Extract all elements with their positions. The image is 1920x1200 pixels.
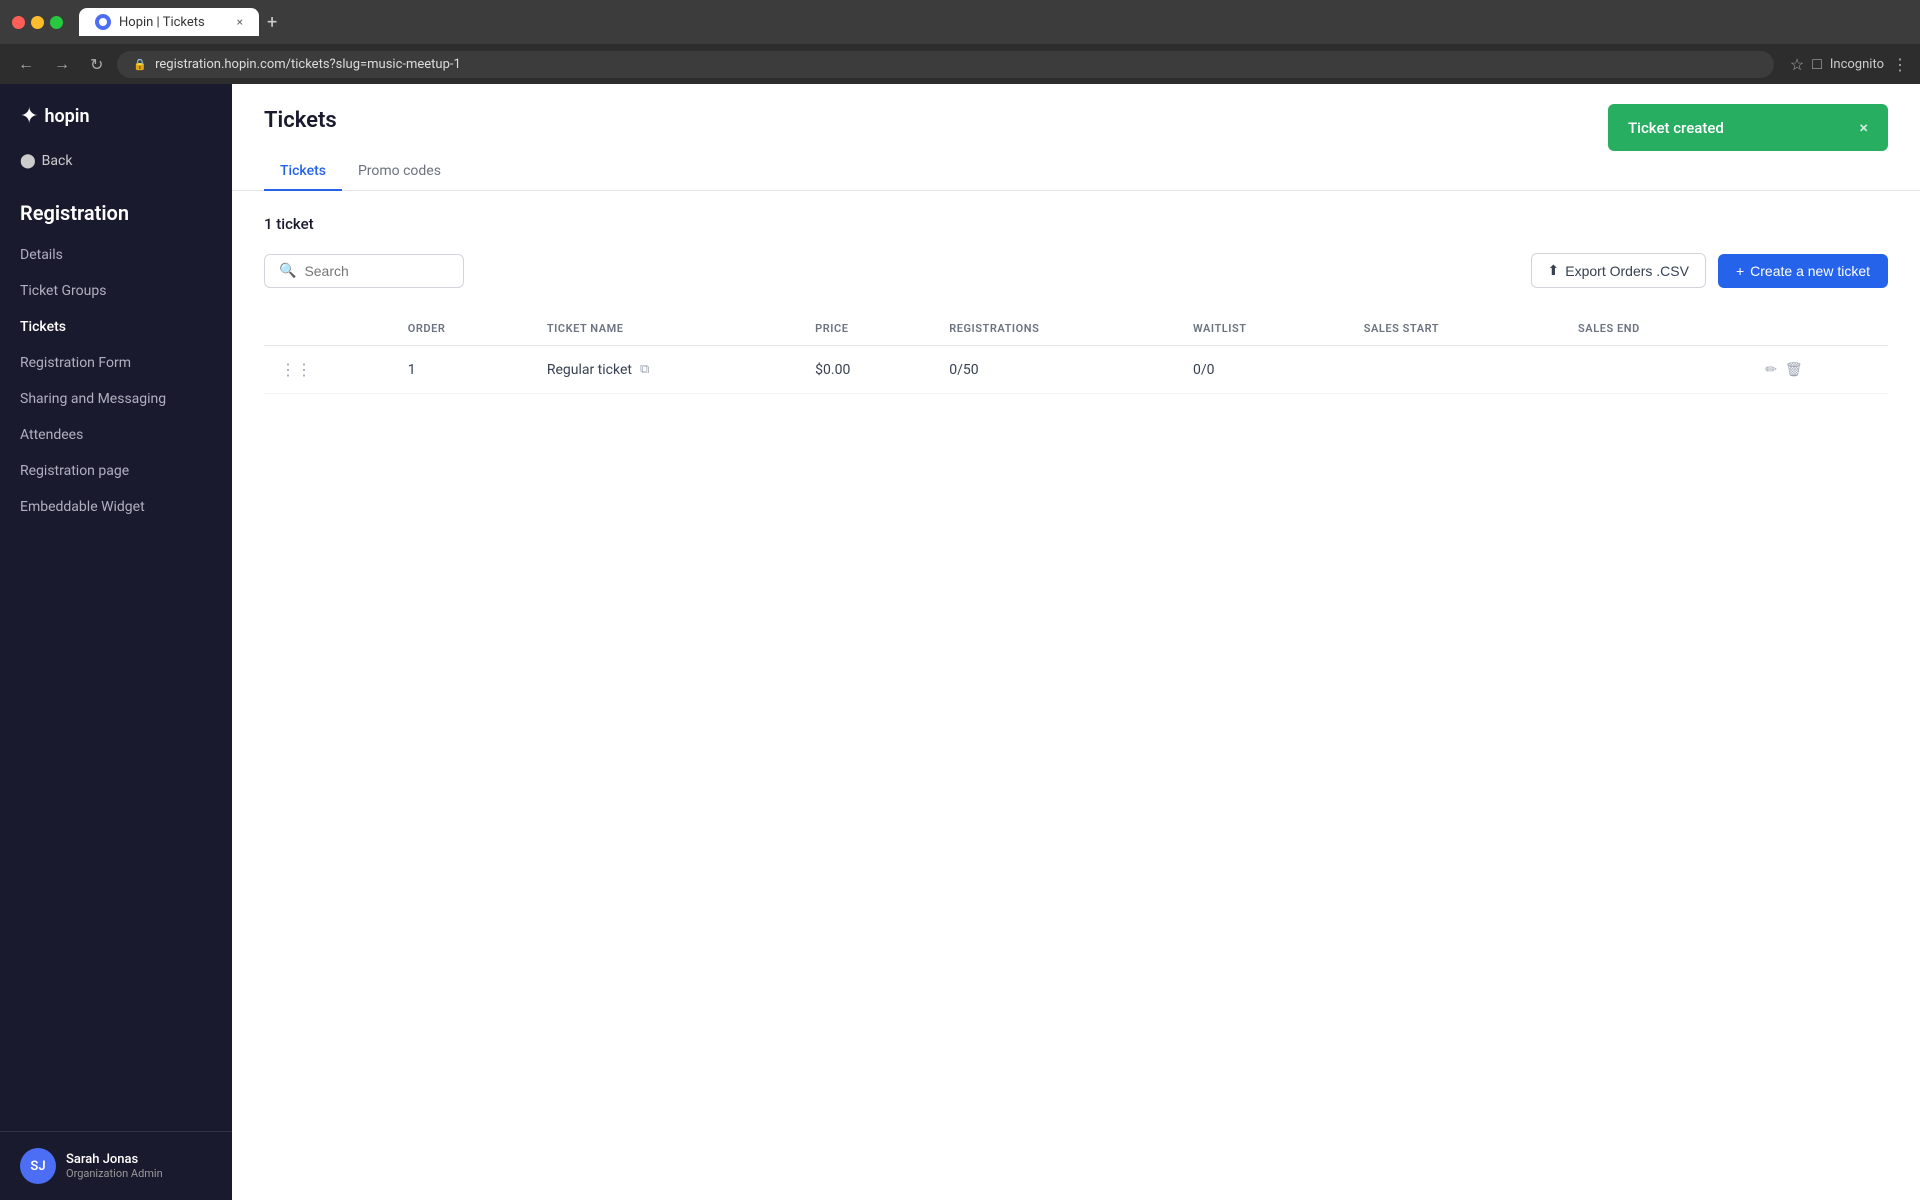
- row-registrations: 0/50: [933, 346, 1177, 394]
- avatar: SJ: [20, 1148, 56, 1184]
- lock-icon: 🔒: [133, 58, 147, 71]
- sidebar-item-registration-form[interactable]: Registration Form: [0, 345, 232, 381]
- toast-message: Ticket created: [1628, 119, 1724, 137]
- profile-label: Incognito: [1830, 57, 1884, 72]
- user-name: Sarah Jonas: [66, 1152, 163, 1167]
- sidebar-footer: SJ Sarah Jonas Organization Admin: [0, 1131, 232, 1200]
- col-price: PRICE: [799, 312, 933, 346]
- col-ticket-name: TICKET NAME: [531, 312, 799, 346]
- back-label: Back: [42, 153, 73, 169]
- tab-title: Hopin | Tickets: [119, 15, 205, 30]
- user-info: Sarah Jonas Organization Admin: [66, 1152, 163, 1180]
- address-bar-row: ← → ↻ 🔒 registration.hopin.com/tickets?s…: [0, 44, 1920, 84]
- row-price: $0.00: [799, 346, 933, 394]
- table-body: ⋮⋮ 1 Regular ticket ⧉ $0.00 0/50 0/0: [264, 346, 1888, 394]
- sidebar-item-ticket-groups[interactable]: Ticket Groups: [0, 273, 232, 309]
- menu-icon[interactable]: ⋮: [1892, 55, 1908, 74]
- toast-close-button[interactable]: ×: [1859, 118, 1868, 137]
- back-nav-button[interactable]: ⬤ Back: [0, 145, 232, 185]
- ticket-name-text: Regular ticket: [547, 362, 632, 378]
- col-actions: [1749, 312, 1888, 346]
- tab-favicon: [95, 14, 111, 30]
- hopin-icon: ✦: [20, 104, 38, 129]
- sidebar-item-registration-page[interactable]: Registration page: [0, 453, 232, 489]
- browser-actions: ☆ □ Incognito ⋮: [1790, 54, 1908, 74]
- export-icon: ⬆: [1548, 262, 1560, 279]
- row-actions-container: ✏ 🗑: [1765, 362, 1872, 378]
- ticket-name-cell: Regular ticket ⧉: [547, 362, 783, 378]
- forward-button[interactable]: →: [48, 50, 76, 78]
- col-sales-end: SALES END: [1562, 312, 1749, 346]
- export-label: Export Orders .CSV: [1565, 263, 1689, 279]
- col-drag: [264, 312, 392, 346]
- sidebar: ✦ hopin ⬤ Back Registration Details Tick…: [0, 84, 232, 1200]
- app-layout: ✦ hopin ⬤ Back Registration Details Tick…: [0, 84, 1920, 1200]
- close-window-button[interactable]: [12, 16, 25, 29]
- row-actions: ✏ 🗑: [1749, 346, 1888, 394]
- tab-tickets[interactable]: Tickets: [264, 153, 342, 191]
- main-content: Ticket created × Tickets Tickets Promo c…: [232, 84, 1920, 1200]
- minimize-window-button[interactable]: [31, 16, 44, 29]
- sidebar-item-embeddable-widget[interactable]: Embeddable Widget: [0, 489, 232, 525]
- hopin-logo: ✦ hopin: [20, 104, 90, 129]
- maximize-window-button[interactable]: [50, 16, 63, 29]
- col-waitlist: WAITLIST: [1177, 312, 1348, 346]
- table-header: ORDER TICKET NAME PRICE REGISTRATIONS WA: [264, 312, 1888, 346]
- tab-promo-codes[interactable]: Promo codes: [342, 153, 457, 191]
- row-order: 1: [392, 346, 531, 394]
- row-ticket-name: Regular ticket ⧉: [531, 346, 799, 394]
- sidebar-item-attendees[interactable]: Attendees: [0, 417, 232, 453]
- browser-chrome: Hopin | Tickets × +: [0, 0, 1920, 44]
- tickets-count: 1 ticket: [264, 215, 1888, 233]
- new-tab-button[interactable]: +: [263, 8, 281, 37]
- extensions-icon[interactable]: □: [1812, 54, 1822, 74]
- toolbar: 🔍 ⬆ Export Orders .CSV + Create a new ti…: [264, 253, 1888, 288]
- toast-notification: Ticket created ×: [1608, 104, 1888, 151]
- search-box: 🔍: [264, 254, 464, 288]
- bookmark-icon[interactable]: ☆: [1790, 55, 1804, 74]
- tab-close-button[interactable]: ×: [237, 15, 243, 29]
- row-waitlist: 0/0: [1177, 346, 1348, 394]
- url-text: registration.hopin.com/tickets?slug=musi…: [155, 57, 461, 72]
- browser-tab[interactable]: Hopin | Tickets ×: [79, 8, 259, 36]
- hopin-text: hopin: [44, 106, 89, 127]
- search-input[interactable]: [304, 263, 449, 279]
- create-label: Create a new ticket: [1750, 263, 1870, 279]
- row-sales-start: [1348, 346, 1562, 394]
- tickets-table: ORDER TICKET NAME PRICE REGISTRATIONS WA: [264, 312, 1888, 394]
- col-sales-start: SALES START: [1348, 312, 1562, 346]
- table-row: ⋮⋮ 1 Regular ticket ⧉ $0.00 0/50 0/0: [264, 346, 1888, 394]
- sidebar-section-title: Registration: [0, 185, 232, 237]
- back-icon: ⬤: [20, 153, 36, 169]
- col-registrations: REGISTRATIONS: [933, 312, 1177, 346]
- toolbar-actions: ⬆ Export Orders .CSV + Create a new tick…: [1531, 253, 1888, 288]
- sidebar-nav: Details Ticket Groups Tickets Registrati…: [0, 237, 232, 1131]
- sidebar-logo: ✦ hopin: [0, 84, 232, 145]
- search-icon: 🔍: [279, 263, 296, 279]
- content-body: 1 ticket 🔍 ⬆ Export Orders .CSV + Create…: [232, 191, 1920, 418]
- sidebar-item-sharing-messaging[interactable]: Sharing and Messaging: [0, 381, 232, 417]
- page-title: Tickets: [264, 108, 337, 133]
- export-orders-button[interactable]: ⬆ Export Orders .CSV: [1531, 253, 1706, 288]
- back-button[interactable]: ←: [12, 50, 40, 78]
- plus-icon: +: [1736, 263, 1744, 279]
- traffic-lights: [12, 16, 63, 29]
- refresh-button[interactable]: ↻: [84, 51, 109, 78]
- user-role: Organization Admin: [66, 1167, 163, 1180]
- sidebar-item-details[interactable]: Details: [0, 237, 232, 273]
- drag-handle-icon[interactable]: ⋮⋮: [280, 360, 312, 379]
- address-bar[interactable]: 🔒 registration.hopin.com/tickets?slug=mu…: [117, 51, 1773, 78]
- col-order: ORDER: [392, 312, 531, 346]
- tab-bar: Hopin | Tickets × +: [79, 8, 1908, 37]
- row-sales-end: [1562, 346, 1749, 394]
- row-drag-handle[interactable]: ⋮⋮: [264, 346, 392, 394]
- edit-ticket-button[interactable]: ✏: [1765, 362, 1777, 378]
- sidebar-item-tickets[interactable]: Tickets: [0, 309, 232, 345]
- delete-ticket-button[interactable]: 🗑: [1785, 362, 1803, 378]
- copy-icon[interactable]: ⧉: [640, 362, 649, 377]
- create-ticket-button[interactable]: + Create a new ticket: [1718, 254, 1888, 288]
